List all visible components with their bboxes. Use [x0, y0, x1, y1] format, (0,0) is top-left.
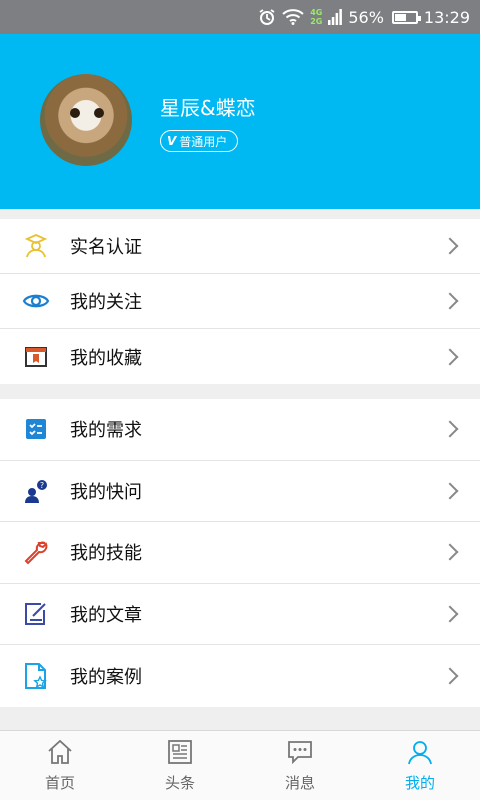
chevron-right-icon — [441, 420, 459, 438]
menu-group-content: 我的需求 ? 我的快问 我的技能 我的文章 我的案例 — [0, 399, 480, 707]
bottom-tab-bar: 首页 头条 消息 我的 — [0, 730, 480, 800]
chevron-right-icon — [441, 543, 459, 561]
menu-label: 实名认证 — [70, 237, 142, 258]
tab-messages[interactable]: 消息 — [240, 731, 360, 800]
tab-mine[interactable]: 我的 — [360, 731, 480, 800]
status-bar: 4G 2G 56% 13:29 — [0, 0, 480, 34]
user-level-badge: V 普通用户 — [160, 130, 239, 152]
menu-label: 我的技能 — [70, 543, 142, 565]
chevron-right-icon — [441, 237, 459, 255]
quick-question-icon: ? — [22, 477, 50, 505]
profile-header[interactable]: 星辰&蝶恋 V 普通用户 — [0, 34, 480, 209]
battery-fill — [394, 13, 407, 21]
home-icon — [46, 739, 74, 769]
case-file-icon — [22, 662, 50, 690]
network-top: 4G — [310, 8, 323, 17]
avatar[interactable] — [40, 74, 132, 166]
network-type: 4G 2G — [310, 8, 322, 26]
menu-item-skills[interactable]: 我的技能 — [0, 522, 480, 584]
battery-icon — [391, 10, 421, 24]
vip-icon: V — [167, 134, 177, 148]
chevron-right-icon — [441, 482, 459, 500]
menu-item-needs[interactable]: 我的需求 — [0, 399, 480, 461]
tab-headlines[interactable]: 头条 — [120, 731, 240, 800]
edit-document-icon — [22, 600, 50, 628]
menu-item-quick-questions[interactable]: ? 我的快问 — [0, 461, 480, 523]
username: 星辰&蝶恋 — [160, 96, 256, 120]
chevron-right-icon — [441, 292, 459, 310]
eye-icon — [22, 287, 50, 315]
menu-item-verification[interactable]: 实名认证 — [0, 219, 480, 274]
chevron-right-icon — [441, 605, 459, 623]
verified-user-icon — [22, 232, 50, 260]
checklist-icon — [22, 415, 50, 443]
svg-text:?: ? — [40, 481, 44, 490]
tab-label: 消息 — [284, 773, 315, 792]
menu-label: 我的关注 — [70, 292, 142, 313]
bookmark-icon — [22, 343, 50, 371]
menu-label: 我的文章 — [70, 605, 142, 627]
battery-percent: 56% — [348, 7, 384, 27]
alarm-icon — [258, 8, 276, 26]
menu-label: 我的案例 — [70, 667, 142, 689]
chevron-right-icon — [441, 348, 459, 365]
tab-home[interactable]: 首页 — [0, 731, 120, 800]
user-level-label: 普通用户 — [179, 134, 228, 149]
tab-label: 头条 — [164, 773, 195, 792]
menu-item-articles[interactable]: 我的文章 — [0, 584, 480, 646]
menu-group-account: 实名认证 我的关注 我的收藏 — [0, 219, 480, 384]
avatar-eye — [94, 108, 104, 118]
avatar-eye — [70, 108, 80, 118]
menu-label: 我的收藏 — [70, 347, 142, 369]
user-icon — [406, 739, 434, 769]
clock: 13:29 — [423, 7, 470, 27]
menu-label: 我的快问 — [70, 481, 142, 503]
wrench-icon — [22, 538, 50, 566]
news-icon — [167, 739, 193, 769]
chevron-right-icon — [441, 667, 459, 685]
menu-item-following[interactable]: 我的关注 — [0, 274, 480, 329]
tab-label: 首页 — [44, 773, 75, 792]
signal-icon — [328, 9, 343, 25]
tab-label: 我的 — [404, 773, 435, 792]
menu-item-cases[interactable]: 我的案例 — [0, 645, 480, 707]
message-icon — [286, 739, 314, 769]
menu-item-favorites[interactable]: 我的收藏 — [0, 329, 480, 384]
wifi-icon — [282, 9, 304, 25]
menu-label: 我的需求 — [70, 420, 142, 442]
network-bottom: 2G — [310, 17, 323, 26]
